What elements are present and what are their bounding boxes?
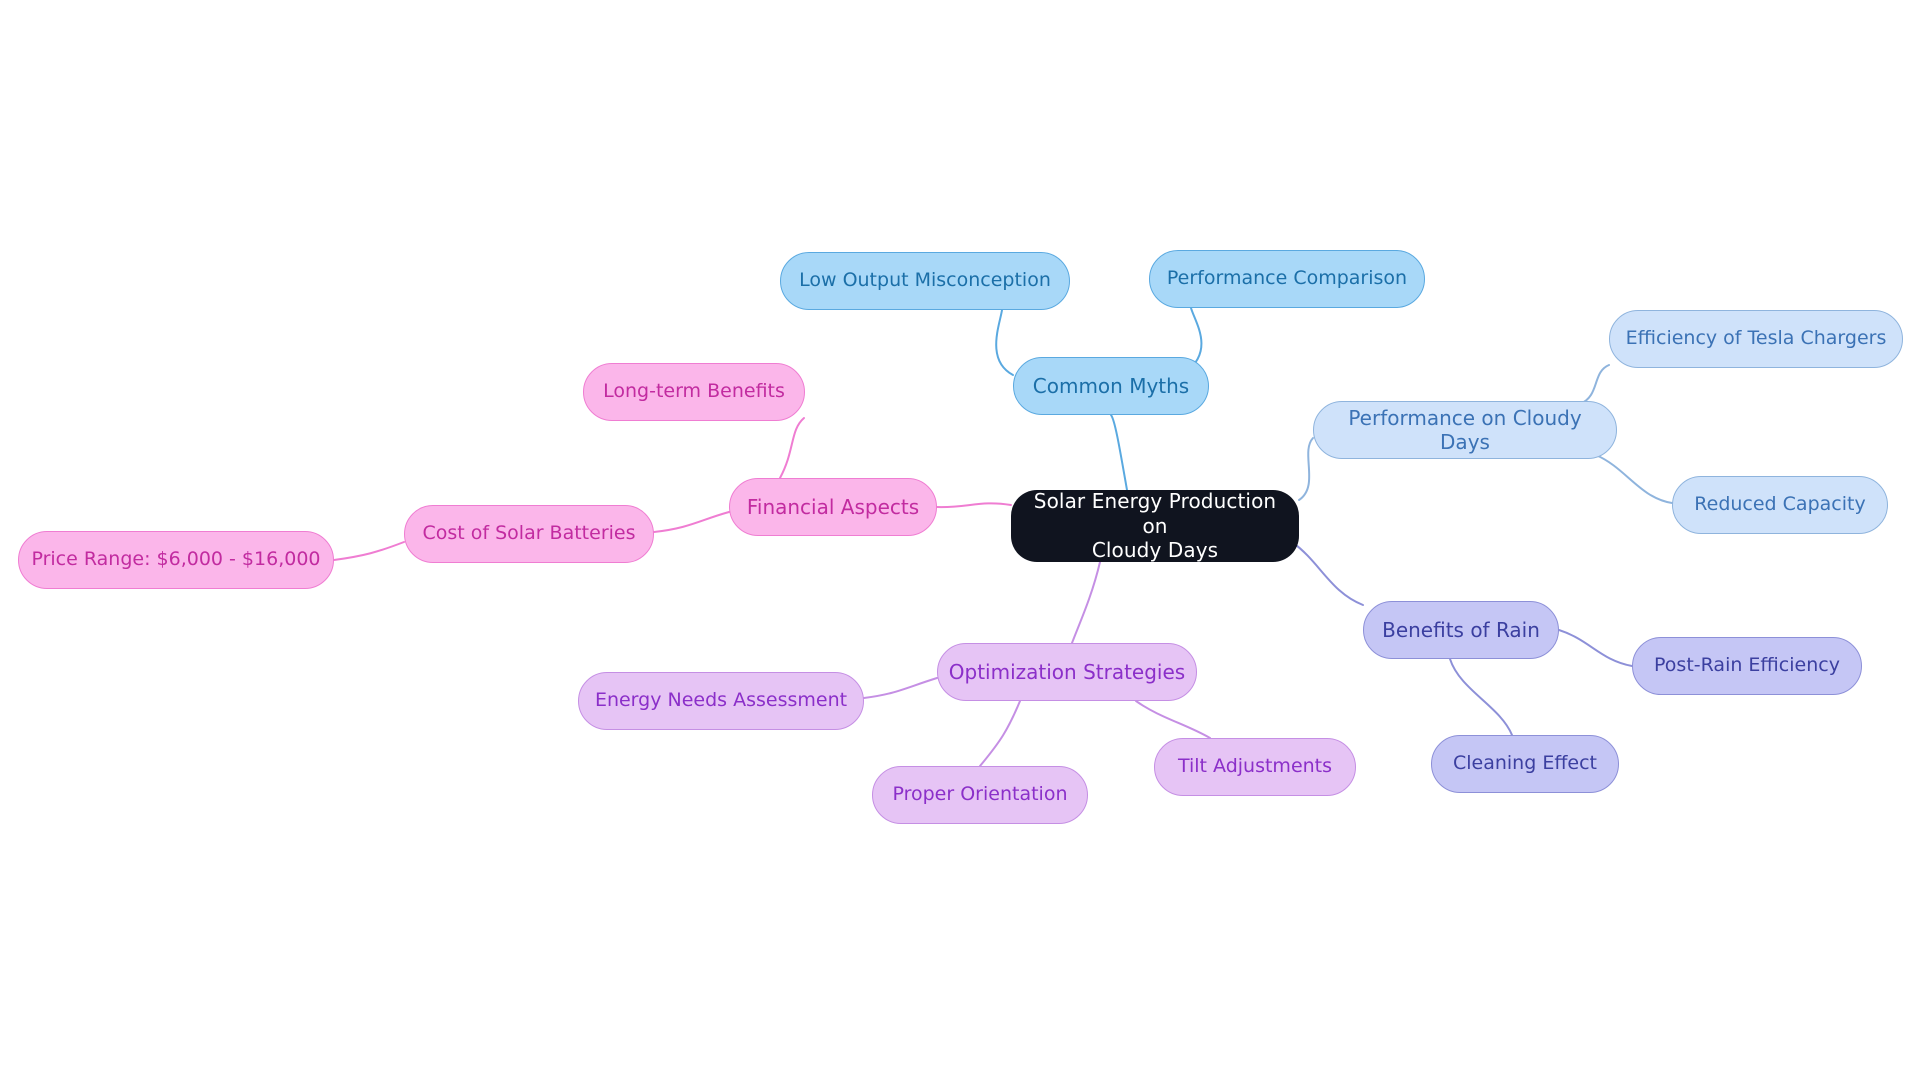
branch-node-optimization-strategies-label: Optimization Strategies	[948, 659, 1186, 684]
leaf-node-post-rain-efficiency[interactable]: Post-Rain Efficiency	[1632, 637, 1862, 695]
leaf-node-post-rain-efficiency-label: Post-Rain Efficiency	[1654, 654, 1840, 677]
leaf-node-proper-orientation-label: Proper Orientation	[892, 783, 1068, 806]
leaf-node-performance-comparison-label: Performance Comparison	[1166, 267, 1408, 290]
leaf-node-reduced-capacity-label: Reduced Capacity	[1694, 493, 1866, 516]
branch-node-performance-on-cloudy-days[interactable]: Performance on Cloudy Days	[1313, 401, 1617, 459]
edge-optimization-proper-orientation	[979, 700, 1021, 767]
leaf-node-tilt-adjustments-label: Tilt Adjustments	[1177, 755, 1333, 778]
central-node-label: Solar Energy Production on Cloudy Days	[1033, 489, 1277, 563]
leaf-node-low-output-misconception-label: Low Output Misconception	[799, 269, 1051, 292]
edge-cloudy-tesla	[1579, 364, 1610, 405]
leaf-node-price-range-label: Price Range: $6,000 - $16,000	[31, 548, 321, 571]
edge-financial-cost	[653, 511, 730, 533]
leaf-node-cleaning-effect-label: Cleaning Effect	[1452, 752, 1598, 775]
edge-rain-post-rain	[1558, 629, 1633, 667]
branch-node-benefits-of-rain[interactable]: Benefits of Rain	[1363, 601, 1559, 659]
leaf-node-low-output-misconception[interactable]: Low Output Misconception	[780, 252, 1070, 310]
branch-node-common-myths-label: Common Myths	[1032, 373, 1190, 398]
leaf-node-proper-orientation[interactable]: Proper Orientation	[872, 766, 1088, 824]
branch-node-financial-aspects-label: Financial Aspects	[746, 494, 920, 519]
leaf-node-energy-needs-assessment-label: Energy Needs Assessment	[594, 689, 848, 712]
leaf-node-price-range[interactable]: Price Range: $6,000 - $16,000	[18, 531, 334, 589]
branch-node-optimization-strategies[interactable]: Optimization Strategies	[937, 643, 1197, 701]
branch-node-common-myths[interactable]: Common Myths	[1013, 357, 1209, 415]
edge-central-common-myths	[1110, 414, 1128, 491]
edge-optimization-energy-needs	[863, 677, 938, 699]
branch-node-financial-aspects[interactable]: Financial Aspects	[729, 478, 937, 536]
edge-central-performance-cloudy	[1298, 437, 1314, 501]
mindmap-canvas: Solar Energy Production on Cloudy Days Co…	[0, 0, 1920, 1083]
edge-optimization-tilt	[1135, 700, 1211, 739]
leaf-node-performance-comparison[interactable]: Performance Comparison	[1149, 250, 1425, 308]
edge-rain-cleaning-effect	[1449, 658, 1513, 736]
leaf-node-cost-of-solar-batteries-label: Cost of Solar Batteries	[422, 522, 636, 545]
edge-common-myths-low-output	[995, 309, 1014, 376]
central-node[interactable]: Solar Energy Production on Cloudy Days	[1011, 489, 1299, 563]
leaf-node-efficiency-of-tesla-chargers[interactable]: Efficiency of Tesla Chargers	[1609, 310, 1903, 368]
branch-node-performance-on-cloudy-days-label: Performance on Cloudy Days	[1348, 405, 1582, 454]
leaf-node-energy-needs-assessment[interactable]: Energy Needs Assessment	[578, 672, 864, 730]
leaf-node-long-term-benefits-label: Long-term Benefits	[603, 380, 785, 403]
leaf-node-tilt-adjustments[interactable]: Tilt Adjustments	[1154, 738, 1356, 796]
edge-central-benefits-rain	[1291, 541, 1364, 606]
leaf-node-cleaning-effect[interactable]: Cleaning Effect	[1431, 735, 1619, 793]
edge-central-financial	[936, 502, 1012, 509]
edge-cloudy-reduced-capacity	[1595, 454, 1673, 504]
leaf-node-cost-of-solar-batteries[interactable]: Cost of Solar Batteries	[404, 505, 654, 563]
leaf-node-long-term-benefits[interactable]: Long-term Benefits	[583, 363, 805, 421]
leaf-node-reduced-capacity[interactable]: Reduced Capacity	[1672, 476, 1888, 534]
edge-central-optimization	[1071, 561, 1101, 644]
leaf-node-efficiency-of-tesla-chargers-label: Efficiency of Tesla Chargers	[1625, 327, 1887, 350]
edge-cost-price-range	[333, 541, 405, 561]
edge-financial-long-term	[779, 417, 805, 479]
branch-node-benefits-of-rain-label: Benefits of Rain	[1382, 617, 1540, 642]
